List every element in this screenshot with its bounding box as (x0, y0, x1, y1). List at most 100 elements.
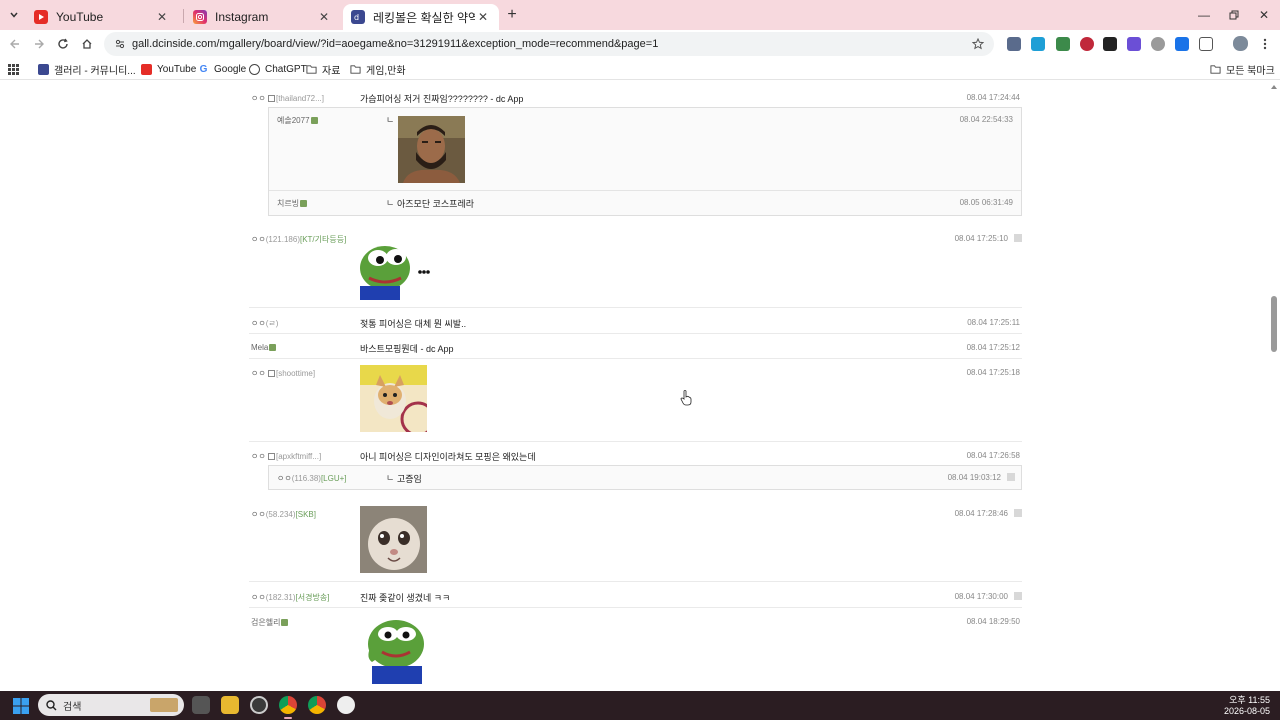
tab-youtube[interactable]: YouTube ✕ (26, 4, 178, 30)
clock-time: 오후 11:55 (1229, 695, 1270, 705)
bookmark-dcinside[interactable]: 갤러리 - 커뮤니티... (38, 62, 136, 77)
home-button[interactable] (78, 35, 96, 53)
comment-item: ㅇㅇ [apxkftmiff...] 아니 피어싱은 디자인이라쳐도 모핑은 왜… (249, 445, 1022, 465)
extension-icon[interactable] (1007, 37, 1021, 51)
comment-author[interactable]: Mela (251, 343, 277, 352)
reload-button[interactable] (54, 35, 72, 53)
comment-text: 가슴피어싱 저거 진짜임???????? - dc App (360, 94, 524, 104)
comment-item: ㅇㅇ [thailand72...] 가슴피어싱 저거 진짜임???????? … (249, 87, 1022, 107)
comment-image-dccon[interactable] (360, 365, 427, 432)
taskbar-search[interactable]: 검색 (38, 694, 184, 716)
comment-item: ㅇㅇ(58.234)[SKB] 08.04 17:28:46 (249, 503, 1022, 582)
tab-search-button[interactable] (4, 6, 24, 24)
author-id: [thailand72...] (275, 94, 325, 103)
address-bar[interactable]: gall.dcinside.com/mgallery/board/view/?i… (104, 32, 994, 56)
restore-button[interactable] (1224, 6, 1244, 24)
extension-icon[interactable] (1103, 37, 1117, 51)
file-explorer-icon[interactable] (221, 696, 239, 714)
comment-author[interactable]: ㅇㅇ [shoottime] (251, 368, 315, 379)
comment-date: 08.04 17:25:11 (967, 318, 1020, 327)
scrollbar-thumb[interactable] (1271, 296, 1277, 352)
chrome-icon[interactable] (279, 696, 297, 714)
youtube-icon (141, 63, 152, 75)
close-window-button[interactable]: ✕ (1254, 6, 1274, 24)
reply-date: 08.04 19:03:12 (947, 473, 1001, 482)
profile-avatar[interactable] (1233, 36, 1248, 51)
scroll-up-arrow-icon[interactable] (1271, 85, 1277, 89)
author-ip: (116.38) (291, 474, 321, 483)
minimize-button[interactable]: — (1194, 6, 1214, 24)
extension-icon[interactable] (1031, 37, 1045, 51)
delete-icon[interactable] (1014, 592, 1022, 600)
reply-author[interactable]: 치르빙 (277, 198, 308, 209)
comment-date: 08.04 18:29:50 (966, 617, 1020, 626)
bookmark-label: 게임,만화 (366, 65, 406, 77)
tab-instagram[interactable]: Instagram ✕ (185, 4, 340, 30)
back-button[interactable] (6, 35, 24, 53)
delete-icon[interactable] (1014, 509, 1022, 517)
chrome-icon[interactable] (308, 696, 326, 714)
windows-start-icon[interactable] (13, 698, 29, 714)
author-nick: ㅇㅇ (251, 593, 266, 602)
extension-icon[interactable] (1151, 37, 1165, 51)
reply-mark: ㄴ (386, 115, 395, 125)
apps-button[interactable] (8, 62, 19, 76)
reply-author[interactable]: 예솔2077 (277, 115, 318, 126)
comment-author[interactable]: 검은헬리 (251, 617, 289, 628)
author-nick: ㅇㅇ (251, 94, 266, 103)
comment-author[interactable]: ㅇㅇ [thailand72...] (251, 93, 324, 104)
tab-dcinside[interactable]: d 레킹볼은 확실한 약역이우 - 준 ✕ (343, 4, 499, 30)
system-clock[interactable]: 오후 11:55 2026-08-05 (1224, 695, 1270, 717)
close-icon[interactable]: ✕ (316, 9, 332, 25)
author-nick: ㅇㅇ (251, 369, 266, 378)
search-highlight-icon (150, 698, 178, 712)
comment-image-dccon[interactable] (360, 506, 427, 573)
author-isp: [서경방송] (295, 593, 330, 602)
reply-author[interactable]: ㅇㅇ(116.38)[LGU+] (277, 473, 347, 484)
reply-date: 08.05 06:31:49 (959, 198, 1013, 207)
bookmark-folder-resources[interactable]: 자료 (306, 62, 341, 77)
comment-image-dccon[interactable] (360, 238, 430, 300)
comment-author[interactable]: ㅇㅇ(ㄹ) (251, 318, 278, 329)
close-icon[interactable]: ✕ (154, 9, 170, 25)
author-ip: (ㄹ) (265, 319, 279, 328)
comment-author[interactable]: ㅇㅇ(58.234)[SKB] (251, 509, 316, 520)
bookmark-folder-games[interactable]: 게임,만화 (350, 62, 406, 77)
extension-icon[interactable] (1080, 37, 1094, 51)
comment-item: ㅇㅇ(121.186)[KT/기타등등] 08.04 17:25:10 (249, 228, 1022, 308)
bookmark-label: 자료 (322, 65, 341, 77)
bookmark-chatgpt[interactable]: ChatGPT (249, 62, 307, 76)
extension-icon[interactable] (1056, 37, 1070, 51)
delete-icon[interactable] (1007, 473, 1015, 481)
comment-author[interactable]: ㅇㅇ(121.186)[KT/기타등등] (251, 234, 346, 245)
fixed-nick-icon (269, 344, 277, 352)
author-nick: Mela (251, 343, 269, 352)
forward-button[interactable] (30, 35, 48, 53)
page-scrollbar[interactable] (1268, 81, 1280, 691)
extension-icon[interactable] (1127, 37, 1141, 51)
app-icon[interactable] (337, 696, 355, 714)
bookmark-youtube[interactable]: YouTube (141, 62, 196, 76)
tab-title: Instagram (215, 10, 269, 24)
extensions-puzzle-icon[interactable] (1199, 37, 1213, 51)
bookmark-google[interactable]: G Google (198, 62, 247, 76)
menu-button[interactable] (1256, 35, 1274, 53)
app-icon[interactable] (250, 696, 268, 714)
dcinside-icon: d (351, 10, 365, 24)
author-nick: 예솔2077 (277, 116, 310, 125)
download-icon[interactable] (1175, 37, 1189, 51)
comment-image-dccon[interactable] (398, 116, 465, 183)
comment-author[interactable]: ㅇㅇ [apxkftmiff...] (251, 451, 321, 462)
bookmark-star-icon[interactable] (970, 36, 986, 52)
task-view-icon[interactable] (192, 696, 210, 714)
restore-icon (1229, 10, 1239, 20)
delete-icon[interactable] (1014, 234, 1022, 242)
site-info-icon (115, 39, 125, 49)
new-tab-button[interactable]: + (503, 6, 521, 24)
comment-image-dccon[interactable] (360, 614, 430, 684)
close-icon[interactable]: ✕ (475, 9, 491, 25)
all-bookmarks[interactable]: 모든 북마크 (1210, 62, 1275, 77)
comment-author[interactable]: ㅇㅇ(182.31)[서경방송] (251, 592, 329, 603)
arrow-right-icon (35, 39, 44, 49)
comment-text: 젖통 피어싱은 대체 뭔 씨발.. (360, 319, 467, 329)
